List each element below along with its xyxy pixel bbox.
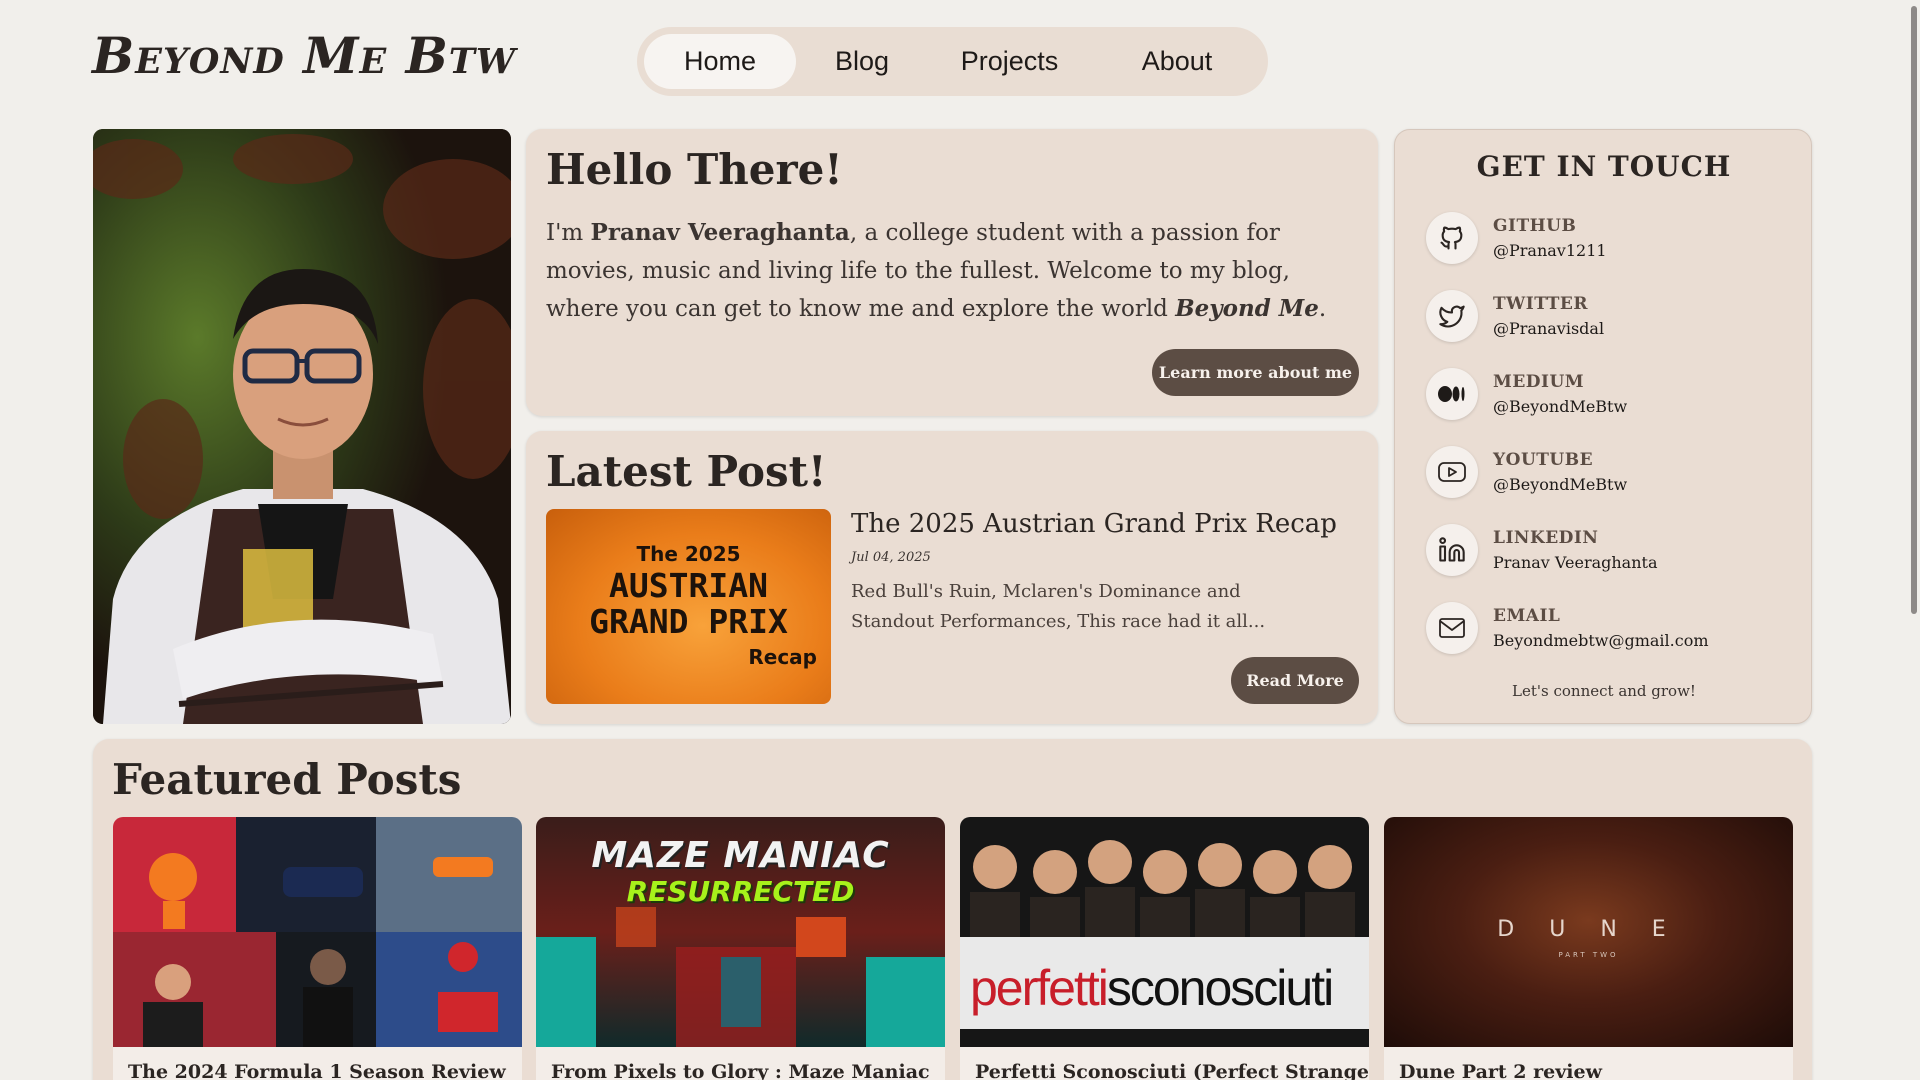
- contact-footer: Let's connect and grow!: [1512, 682, 1696, 700]
- featured-post-card[interactable]: D U N E PART TWO Dune Part 2 review: [1384, 817, 1793, 1080]
- thumb-text: Recap: [748, 645, 817, 669]
- featured-heading: Featured Posts: [112, 755, 462, 804]
- author-name: Pranav Veeraghanta: [590, 219, 850, 246]
- featured-image-text: perfettisconosciuti: [970, 960, 1334, 1016]
- contact-handle[interactable]: Beyondmebtw@gmail.com: [1493, 631, 1709, 650]
- mail-icon[interactable]: [1426, 602, 1478, 654]
- nav-blog[interactable]: Blog: [802, 34, 922, 89]
- contact-linkedin[interactable]: LINKEDIN Pranav Veeraghanta: [1426, 521, 1658, 579]
- hello-heading: Hello There!: [546, 145, 843, 194]
- latest-post-heading: Latest Post!: [546, 447, 827, 496]
- read-more-button[interactable]: Read More: [1231, 657, 1359, 704]
- nav-about[interactable]: About: [1097, 34, 1257, 89]
- contact-handle[interactable]: Pranav Veeraghanta: [1493, 553, 1658, 572]
- main-nav: Home Blog Projects About: [637, 27, 1268, 96]
- latest-post-card: Latest Post! The 2025 AUSTRIAN GRAND PRI…: [526, 431, 1378, 724]
- tagline: Beyond Me: [1175, 295, 1319, 322]
- contact-handle[interactable]: @BeyondMeBtw: [1493, 397, 1627, 416]
- hello-intro: I'm Pranav Veeraghanta, a college studen…: [546, 214, 1356, 328]
- learn-more-button[interactable]: Learn more about me: [1152, 349, 1359, 396]
- featured-post-title[interactable]: Dune Part 2 review: [1399, 1061, 1602, 1080]
- scrollbar-thumb[interactable]: [1911, 6, 1917, 614]
- contact-label: GITHUB: [1493, 216, 1577, 236]
- contact-email[interactable]: EMAIL Beyondmebtw@gmail.com: [1426, 599, 1709, 657]
- latest-post-date: Jul 04, 2025: [851, 550, 931, 565]
- contact-label: LINKEDIN: [1493, 528, 1599, 548]
- linkedin-icon[interactable]: [1426, 524, 1478, 576]
- twitter-icon[interactable]: [1426, 290, 1478, 342]
- featured-post-card[interactable]: MAZE MANIAC RESURRECTED From Pixels to G…: [536, 817, 945, 1080]
- featured-post-card[interactable]: The 2024 Formula 1 Season Review: [113, 817, 522, 1080]
- latest-post-excerpt: Red Bull's Ruin, Mclaren's Dominance and…: [851, 581, 1266, 632]
- thumb-text: GRAND PRIX: [589, 602, 788, 641]
- thumb-text: The 2025: [636, 542, 741, 566]
- nav-projects[interactable]: Projects: [928, 34, 1091, 89]
- profile-photo: [93, 129, 511, 724]
- nav-home[interactable]: Home: [644, 34, 796, 89]
- scrollbar[interactable]: [1908, 0, 1920, 1080]
- featured-post-image[interactable]: perfettisconosciuti: [960, 817, 1369, 1047]
- featured-post-image[interactable]: D U N E PART TWO: [1384, 817, 1793, 1047]
- featured-image-text: RESURRECTED: [626, 875, 855, 908]
- featured-post-image[interactable]: [113, 817, 522, 1047]
- contact-label: EMAIL: [1493, 606, 1561, 626]
- featured-image-text: D U N E: [1497, 917, 1680, 942]
- featured-post-card[interactable]: perfettisconosciuti Perfetti Sconosciuti…: [960, 817, 1369, 1080]
- youtube-icon[interactable]: [1426, 446, 1478, 498]
- hello-card: Hello There! I'm Pranav Veeraghanta, a c…: [526, 129, 1378, 416]
- featured-post-image[interactable]: MAZE MANIAC RESURRECTED: [536, 817, 945, 1047]
- latest-post-title[interactable]: The 2025 Austrian Grand Prix Recap: [851, 509, 1337, 539]
- featured-post-title[interactable]: The 2024 Formula 1 Season Review: [128, 1061, 506, 1080]
- github-icon[interactable]: [1426, 212, 1478, 264]
- intro-text: I'm: [546, 220, 591, 246]
- intro-text: .: [1318, 296, 1327, 322]
- thumb-text: AUSTRIAN: [609, 566, 768, 605]
- featured-post-title[interactable]: Perfetti Sconosciuti (Perfect Strangers): [975, 1061, 1369, 1080]
- contact-label: MEDIUM: [1493, 372, 1585, 392]
- contact-medium[interactable]: MEDIUM @BeyondMeBtw: [1426, 365, 1627, 423]
- profile-photo-illustration: [93, 129, 511, 724]
- site-title[interactable]: Beyond Me Btw: [92, 26, 516, 85]
- contact-youtube[interactable]: YOUTUBE @BeyondMeBtw: [1426, 443, 1627, 501]
- contact-label: TWITTER: [1493, 294, 1588, 314]
- contact-heading: GET IN TOUCH: [1476, 150, 1732, 183]
- contact-handle[interactable]: @BeyondMeBtw: [1493, 475, 1627, 494]
- contact-card: GET IN TOUCH GITHUB @Pranav1211 TWITTER …: [1394, 129, 1812, 724]
- contact-handle[interactable]: @Pranavisdal: [1493, 319, 1604, 338]
- latest-post-thumbnail[interactable]: The 2025 AUSTRIAN GRAND PRIX Recap: [546, 509, 831, 704]
- contact-handle[interactable]: @Pranav1211: [1493, 241, 1607, 260]
- featured-post-title[interactable]: From Pixels to Glory : Maze Maniac: [551, 1061, 930, 1080]
- medium-icon[interactable]: [1426, 368, 1478, 420]
- featured-image-text: PART TWO: [1558, 951, 1619, 959]
- contact-github[interactable]: GITHUB @Pranav1211: [1426, 209, 1607, 267]
- featured-image-text: MAZE MANIAC: [591, 835, 890, 876]
- contact-twitter[interactable]: TWITTER @Pranavisdal: [1426, 287, 1604, 345]
- contact-label: YOUTUBE: [1493, 450, 1594, 470]
